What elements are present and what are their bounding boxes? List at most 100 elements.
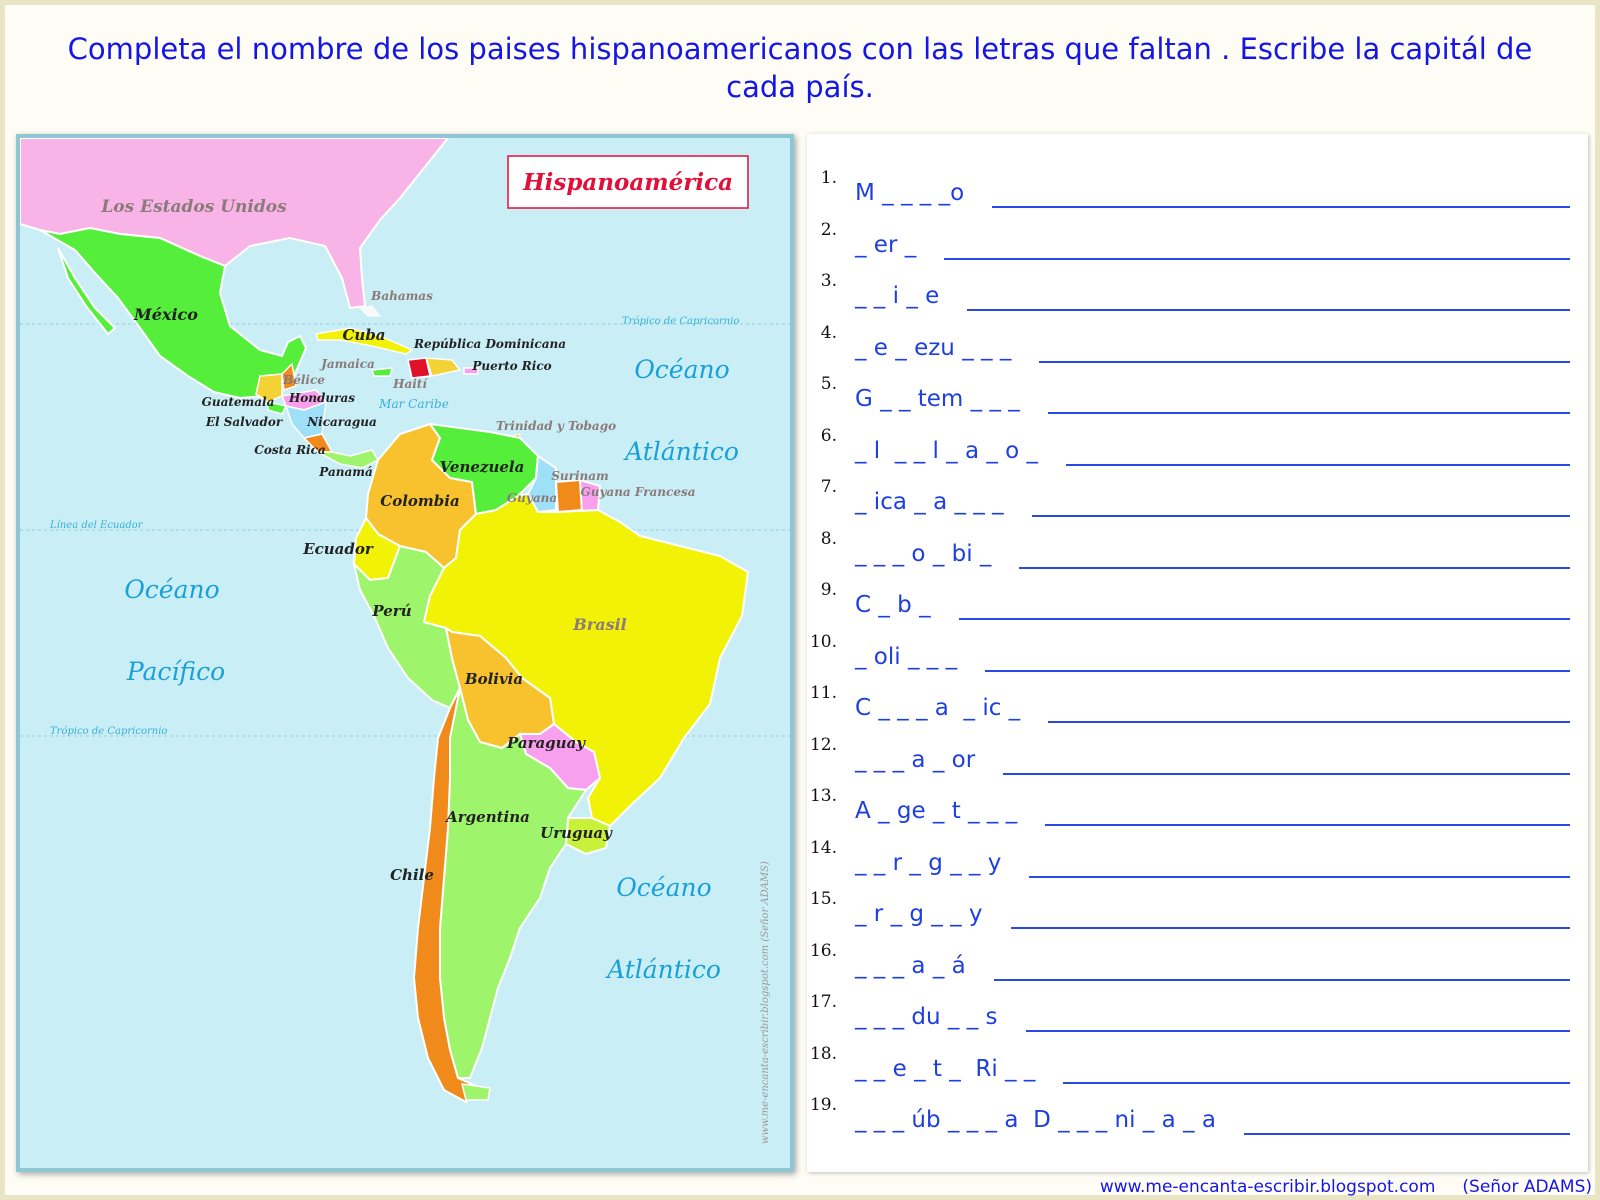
label-costarica: Costa Rica [254, 443, 325, 457]
label-uruguay: Uruguay [540, 824, 613, 842]
question-row: 1. M _ _ _ _o [807, 164, 1588, 216]
question-row: 4. _ e _ ezu _ _ _ [807, 319, 1588, 371]
question-number: 18. [809, 1043, 837, 1064]
label-chile: Chile [390, 866, 434, 884]
question-row: 15. _ r _ g _ _ y [807, 885, 1588, 937]
capital-answer-line[interactable] [985, 669, 1570, 672]
label-trinidad: Trinidad y Tobago [496, 419, 616, 433]
label-atlantico1: Atlántico [623, 437, 739, 466]
country-puzzle: _ e _ ezu _ _ _ [855, 334, 1012, 361]
country-puzzle: _ _ _ a _ á [855, 952, 966, 979]
label-panama: Panamá [318, 465, 372, 479]
label-tropico-top: Trópico de Capricornio [622, 316, 739, 327]
country-puzzle: _ oli _ _ _ [855, 643, 958, 670]
label-oceano-pac: Océano [124, 575, 219, 604]
question-row: 14. _ _ r _ g _ _ y [807, 834, 1588, 886]
label-paraguay: Paraguay [506, 734, 586, 752]
capital-answer-line[interactable] [1019, 566, 1570, 569]
capital-answer-line[interactable] [1003, 772, 1570, 775]
label-venezuela: Venezuela [440, 458, 525, 476]
capital-answer-line[interactable] [994, 978, 1570, 981]
question-number: 6. [820, 425, 837, 446]
question-row: 19. _ _ _ úb _ _ _ a D _ _ _ ni _ a _ a [807, 1091, 1588, 1143]
country-puzzle: C _ b _ [855, 592, 931, 618]
country-puzzle: _ r _ g _ _ y [855, 901, 983, 927]
country-puzzle: _ _ r _ g _ _ y [855, 849, 1002, 876]
label-elsalvador: El Salvador [205, 415, 284, 429]
country-puzzle: _ _ e _ t _ Ri _ _ [855, 1055, 1036, 1082]
question-number: 10. [809, 631, 837, 652]
label-marcaribe: Mar Caribe [378, 397, 449, 411]
country-puzzle: _ _ i _ e [855, 283, 940, 309]
question-number: 11. [809, 683, 837, 703]
label-bolivia: Bolivia [464, 670, 523, 688]
country-puzzle: G _ _ tem _ _ _ [855, 386, 1020, 412]
map-title: Hispanoamérica [522, 169, 733, 196]
map-svg: Hispanoamérica Los Estados Unidos México… [20, 138, 790, 1168]
question-row: 17. _ _ _ du _ _ s [807, 988, 1588, 1040]
capital-answer-line[interactable] [1011, 927, 1570, 929]
question-row: 6. _ l _ _ l _ a _ o _ [807, 422, 1588, 474]
country-puzzle: _ ica _ a _ _ _ [855, 489, 1004, 515]
label-guyana: Guyana [507, 491, 557, 505]
capital-answer-line[interactable] [967, 309, 1570, 311]
capital-answer-line[interactable] [1029, 875, 1570, 878]
label-peru: Perú [371, 602, 411, 620]
question-number: 17. [809, 992, 837, 1012]
answer-panel: 1. M _ _ _ _o 2. _ er _ 3. _ _ i _ e 4. _ e _ e… [807, 134, 1588, 1172]
country-puzzle: _ _ _ a _ or [855, 746, 976, 773]
question-number: 16. [809, 940, 837, 961]
jamaica-shape [370, 367, 393, 377]
question-number: 7. [820, 477, 837, 497]
country-puzzle: A _ ge _ t _ _ _ [855, 798, 1018, 824]
instructions: Completa el nombre de los paises hispano… [67, 32, 1533, 104]
question-number: 8. [820, 528, 837, 549]
label-mexico: México [133, 305, 198, 324]
label-haiti: Haití [392, 377, 428, 391]
question-row: 3. _ _ i _ e [807, 267, 1588, 319]
label-brasil: Brasil [572, 615, 626, 634]
country-puzzle: _ _ _ úb _ _ _ a D _ _ _ ni _ a _ a [855, 1107, 1216, 1133]
question-number: 9. [820, 580, 837, 600]
capital-answer-line[interactable] [992, 206, 1570, 208]
label-argentina: Argentina [444, 808, 530, 826]
question-number: 2. [820, 219, 837, 240]
label-guatemala: Guatemala [202, 395, 275, 409]
question-row: 11. C _ _ _ a _ ic _ [807, 679, 1588, 731]
country-puzzle: _ er _ [855, 231, 917, 258]
map-credit: www.me-encanta-escribir.blogspot.com (Se… [760, 861, 771, 1144]
label-colombia: Colombia [380, 492, 459, 510]
question-number: 5. [820, 374, 837, 394]
label-bahamas: Bahamas [370, 289, 433, 303]
question-row: 7. _ ica _ a _ _ _ [807, 473, 1588, 525]
capital-answer-line[interactable] [1026, 1030, 1570, 1032]
question-row: 13. A _ ge _ t _ _ _ [807, 782, 1588, 834]
capital-answer-line[interactable] [1045, 824, 1570, 826]
label-honduras: Honduras [288, 391, 355, 405]
label-guyanafrancesa: Guyana Francesa [580, 485, 695, 499]
country-puzzle: _ _ _ o _ bi _ [855, 540, 992, 567]
question-number: 13. [809, 786, 837, 806]
label-usa: Los Estados Unidos [100, 197, 287, 217]
capital-answer-line[interactable] [1039, 360, 1570, 363]
label-surinam: Surinam [551, 469, 608, 483]
question-row: 16. _ _ _ a _ á [807, 937, 1588, 989]
question-number: 4. [820, 322, 837, 343]
label-repdom: República Dominicana [413, 337, 566, 351]
capital-answer-line[interactable] [1244, 1133, 1570, 1135]
capital-answer-line[interactable] [944, 257, 1570, 260]
capital-answer-line[interactable] [1048, 721, 1570, 723]
question-row: 10. _ oli _ _ _ [807, 628, 1588, 680]
capital-answer-line[interactable] [1066, 463, 1570, 466]
question-row: 12. _ _ _ a _ or [807, 731, 1588, 783]
map-panel: Hispanoamérica Los Estados Unidos México… [16, 134, 794, 1172]
capital-answer-line[interactable] [1032, 515, 1570, 517]
question-row: 9. C _ b _ [807, 576, 1588, 628]
capital-answer-line[interactable] [1048, 412, 1570, 414]
capital-answer-line[interactable] [959, 618, 1570, 620]
label-linea-ecuador: Línea del Ecuador [49, 520, 144, 531]
capital-answer-line[interactable] [1063, 1081, 1570, 1084]
label-oceano-atl1: Océano [634, 355, 729, 384]
question-row: 18. _ _ e _ t _ Ri _ _ [807, 1040, 1588, 1092]
question-number: 14. [809, 837, 837, 858]
